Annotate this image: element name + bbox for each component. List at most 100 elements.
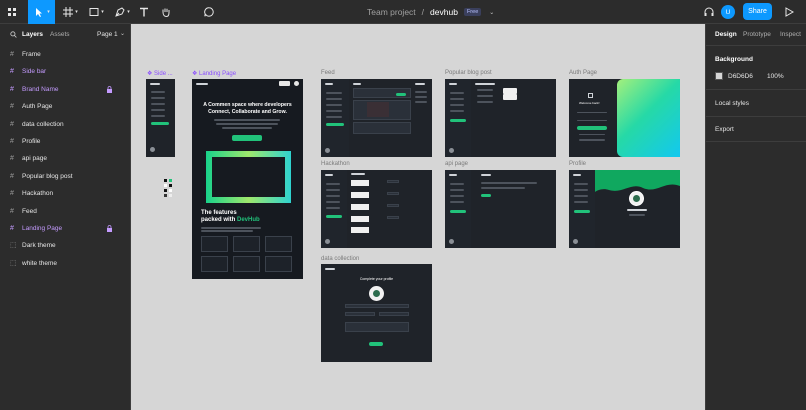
feature-card [233, 236, 260, 252]
swatch [164, 194, 167, 197]
frame-label-landing[interactable]: ❖ Landing Page [192, 70, 236, 77]
layer-row[interactable]: # Frame [0, 46, 131, 63]
feed-frame[interactable] [321, 79, 432, 157]
sidebar-row [450, 98, 464, 100]
hand-tool-button[interactable] [158, 0, 174, 24]
avatar [449, 148, 454, 153]
frame-label-blog[interactable]: Popular blog post [445, 70, 492, 76]
sidebar-logo [325, 174, 333, 176]
frame-label-side[interactable]: ❖ Side ... [147, 70, 173, 77]
layer-row[interactable]: # Side bar [0, 63, 131, 80]
frame-label-data[interactable]: data collection [321, 256, 359, 262]
move-tool-button[interactable]: ▾ [28, 0, 55, 24]
avatar [150, 147, 155, 152]
layer-row[interactable]: # Landing Page [0, 220, 131, 237]
feed-right-row [415, 91, 427, 93]
sidebar-row [326, 92, 342, 94]
lock-icon[interactable] [107, 225, 112, 232]
layer-row[interactable]: # data collection [0, 116, 131, 133]
hackathon-card [351, 180, 369, 186]
layer-label: Profile [22, 138, 41, 145]
frame-icon: # [10, 138, 14, 145]
frame-label-feed[interactable]: Feed [321, 70, 335, 76]
design-canvas[interactable]: ❖ Side ... ❖ Landing Page A Commen space… [131, 24, 705, 410]
frame-label-api[interactable]: api page [445, 161, 468, 167]
background-swatch[interactable] [715, 72, 723, 80]
sidebar-frame[interactable] [146, 79, 175, 157]
feed-heading [353, 83, 361, 85]
landing-page-frame[interactable]: A Commen space where developers Connect,… [192, 79, 303, 279]
features-subtext [201, 227, 261, 229]
hackathon-heading [351, 173, 365, 175]
api-text [481, 187, 525, 189]
swatch [164, 184, 167, 187]
hackathon-tag [387, 192, 399, 195]
sidebar-row [326, 195, 340, 197]
sidebar-post-button [450, 119, 466, 122]
page-selector[interactable]: Page 1 [97, 31, 118, 38]
auth-field [579, 134, 605, 135]
tab-design[interactable]: Design [715, 31, 737, 38]
data-title: Complete your profile [359, 277, 394, 281]
layer-row[interactable]: # Hackathon [0, 185, 131, 202]
hackathon-tag [387, 216, 399, 219]
hackathon-frame[interactable] [321, 170, 432, 248]
layer-row[interactable]: # Auth Page [0, 98, 131, 115]
frame-tool-button[interactable]: ▾ [58, 0, 82, 24]
user-avatar[interactable]: U [721, 0, 735, 24]
color-swatches[interactable] [164, 179, 174, 203]
present-button[interactable] [783, 0, 795, 24]
avatar [573, 239, 578, 244]
search-icon[interactable] [10, 31, 17, 38]
hackathon-card [351, 216, 369, 222]
text-tool-button[interactable] [136, 0, 152, 24]
headphones-button[interactable] [702, 0, 716, 24]
data-collection-frame[interactable]: Complete your profile [321, 264, 432, 362]
tab-layers[interactable]: Layers [22, 31, 43, 38]
hackathon-tag [387, 204, 399, 207]
lock-icon[interactable] [107, 85, 112, 93]
pen-tool-button[interactable]: ▾ [110, 0, 134, 24]
layer-row[interactable]: ⬚ Dark theme [0, 237, 131, 254]
landing-subtext [214, 119, 280, 121]
chevron-down-icon: ▾ [127, 9, 130, 15]
headline-line-2: Connect, Collaborate and Grow. [208, 108, 287, 115]
file-name[interactable]: devhub [430, 7, 458, 17]
layer-row[interactable]: ⬚ white theme [0, 255, 131, 272]
layer-row[interactable]: # api page [0, 150, 131, 167]
project-name[interactable]: Team project [367, 7, 416, 17]
tab-inspect[interactable]: Inspect [780, 31, 801, 38]
sidebar-row [574, 201, 588, 203]
frame-label-profile[interactable]: Profile [569, 161, 586, 167]
auth-frame[interactable]: Welcome back! [569, 79, 680, 157]
export-title[interactable]: Export [715, 126, 734, 133]
shape-tool-button[interactable]: ▾ [84, 0, 108, 24]
api-frame[interactable] [445, 170, 556, 248]
feature-card [265, 256, 292, 272]
frame-label-hackathon[interactable]: Hackathon [321, 161, 350, 167]
layer-row[interactable]: # Profile [0, 133, 131, 150]
swatch [169, 179, 172, 182]
page-chevron-icon[interactable]: ⌄ [120, 30, 125, 37]
tab-assets[interactable]: Assets [50, 31, 70, 38]
local-styles-title[interactable]: Local styles [715, 100, 749, 107]
layer-row[interactable]: # Popular blog post [0, 168, 131, 185]
background-hex-input[interactable]: D6D6D6 [728, 73, 753, 80]
tab-prototype[interactable]: Prototype [743, 31, 771, 38]
main-menu-button[interactable] [3, 0, 21, 24]
layer-label: api page [22, 155, 47, 163]
layer-row[interactable]: # Brand Name [0, 81, 131, 98]
profile-frame[interactable] [569, 170, 680, 248]
layer-row[interactable]: # Feed [0, 203, 131, 220]
file-menu-chevron-icon[interactable]: ⌄ [489, 9, 494, 16]
frame-label-auth[interactable]: Auth Page [569, 70, 597, 76]
layers-panel: Layers Assets Page 1 ⌄ # Frame # Side bar # B… [0, 24, 131, 410]
layer-label: Side bar [22, 68, 47, 76]
background-opacity-input[interactable]: 100% [767, 73, 784, 80]
chevron-down-icon: ▾ [101, 9, 104, 15]
sidebar-row [450, 110, 464, 112]
feed-sidebar [321, 79, 349, 157]
comment-tool-button[interactable] [201, 0, 217, 24]
blog-frame[interactable] [445, 79, 556, 157]
share-button[interactable]: Share [743, 3, 772, 20]
